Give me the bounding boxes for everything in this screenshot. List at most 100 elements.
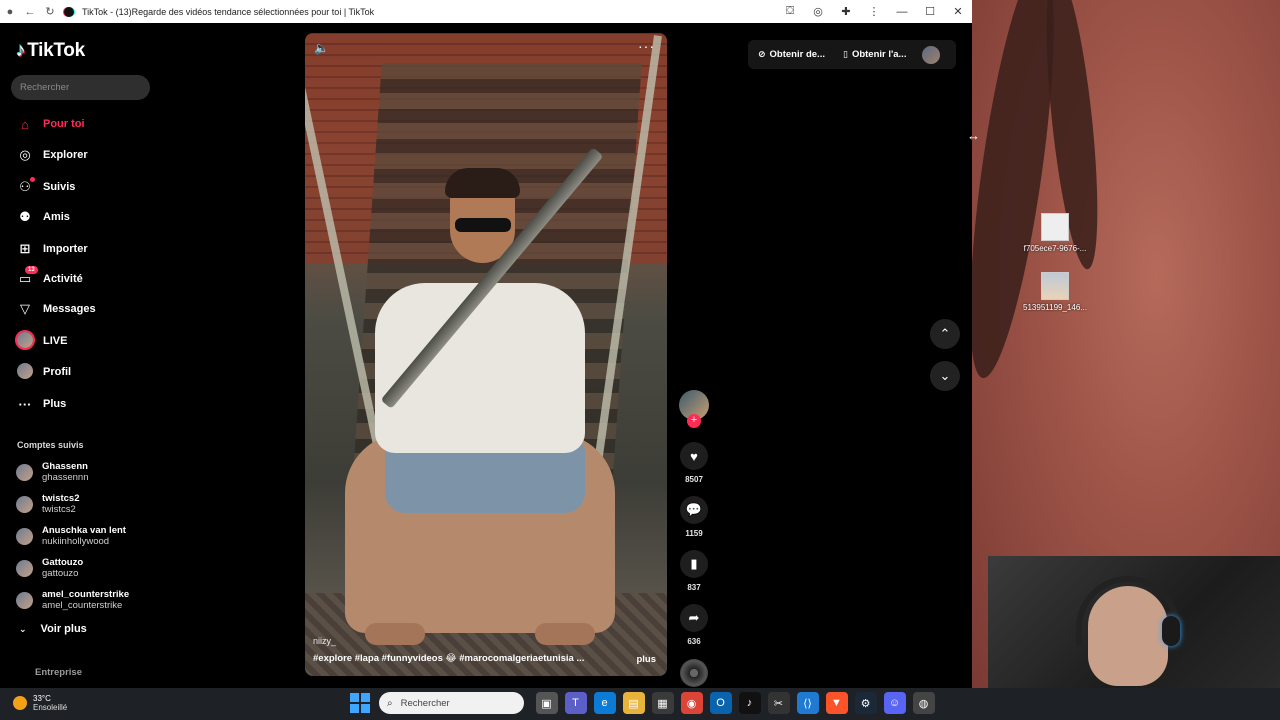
title-bar: ● ← ↻ TikTok - (13)Regarde des vidéos te… [0, 0, 972, 23]
save-button[interactable]: ▮ 837 [678, 550, 710, 592]
messages-icon: ▽ [20, 301, 30, 316]
weather-widget[interactable]: 33°C Ensoleillé [13, 694, 67, 712]
get-app-button[interactable]: ▯ Obtenir l'a... [833, 40, 914, 69]
store-icon[interactable]: ▦ [651, 692, 674, 714]
follow-plus-icon[interactable]: + [687, 414, 701, 428]
account-username: ghassennn [42, 472, 89, 483]
obs-icon[interactable]: ◍ [912, 692, 935, 714]
get-coins-label: Obtenir de... [769, 49, 825, 60]
nav-upload[interactable]: ⊞ Importer [16, 239, 88, 259]
activity-icon: ▭ 13 [16, 266, 38, 287]
comment-count: 1159 [685, 529, 703, 538]
minimize-button[interactable]: — [888, 6, 916, 18]
nav-for-you[interactable]: ⌂ Pour toi [16, 114, 85, 134]
account-name: twistcs2 [42, 493, 80, 504]
back-icon[interactable]: ← [20, 6, 40, 18]
share-button[interactable]: ➦ 636 [678, 604, 710, 646]
task-view-icon[interactable]: ▣ [535, 692, 558, 714]
comment-button[interactable]: 💬 1159 [678, 496, 710, 538]
nav-more[interactable]: ··· Plus [16, 394, 67, 414]
extensions-icon[interactable]: ✚ [832, 5, 860, 18]
windows-start-icon[interactable] [350, 693, 370, 713]
next-video-button[interactable]: ⌄ [930, 361, 960, 391]
nav-live-label: LIVE [43, 335, 68, 347]
followed-account[interactable]: amel_counterstrike amel_counterstrike [16, 589, 129, 611]
get-coins-button[interactable]: ⊘ Obtenir de... [748, 40, 833, 69]
tiktok-logo[interactable]: ♪ TikTok [16, 40, 85, 62]
like-button[interactable]: ♥ 8507 [678, 442, 710, 484]
video-more-icon[interactable]: ··· [638, 38, 655, 54]
translate-icon[interactable]: ⛋ [776, 5, 804, 18]
account-name: Ghassenn [42, 461, 88, 472]
nav-profile[interactable]: Profil [16, 362, 71, 382]
window-title: TikTok - (13)Regarde des vidéos tendance… [82, 6, 375, 17]
video-author[interactable]: niizy_ [313, 636, 336, 646]
nav-messages[interactable]: ▽ Messages [16, 299, 96, 319]
brave-icon[interactable]: ▼ [825, 692, 848, 714]
reload-icon[interactable]: ↻ [40, 5, 60, 18]
creator-avatar[interactable]: + [679, 390, 709, 428]
nav-following[interactable]: ⚇ Suivis [16, 177, 75, 197]
capcut-icon[interactable]: ✂ [767, 692, 790, 714]
nav-live[interactable]: LIVE [16, 331, 67, 351]
desktop-file-icon[interactable]: f705ece7-9676-... [1020, 213, 1090, 253]
followed-account[interactable]: Gattouzo gattouzo [16, 557, 83, 579]
nav-friends[interactable]: ⚉ Amis [16, 207, 70, 227]
more-icon: ··· [18, 396, 32, 412]
taskbar-search[interactable]: ⌕ Rechercher [379, 692, 524, 714]
home-icon: ⌂ [21, 116, 29, 132]
see-more-label: Voir plus [40, 623, 87, 635]
video-player[interactable]: 🔈 ··· niizy_ #explore #lapa #funnyvideos… [305, 33, 667, 676]
outlook-icon[interactable]: O [709, 692, 732, 714]
sidebar: ♪TikTok ⌂ Pour toi ◎ Explorer ⚇ Suivis ⚉… [0, 23, 160, 688]
close-button[interactable]: ✕ [944, 5, 972, 18]
account-username: twistcs2 [42, 504, 76, 515]
previous-video-button[interactable]: ⌃ [930, 319, 960, 349]
eye-off-icon[interactable]: ◎ [804, 5, 832, 18]
menu-dots-icon[interactable]: ⋮ [860, 5, 888, 18]
phone-icon: ▯ [842, 49, 848, 59]
steam-icon[interactable]: ⚙ [854, 692, 877, 714]
nav-activity-label: Activité [43, 273, 83, 285]
search-box[interactable] [11, 75, 150, 100]
followed-account[interactable]: twistcs2 twistcs2 [16, 493, 80, 515]
avatar [16, 463, 33, 481]
maximize-button[interactable]: ☐ [916, 5, 944, 18]
webcam-overlay [988, 556, 1280, 688]
account-name: Gattouzo [42, 557, 84, 568]
volume-icon[interactable]: 🔈 [314, 41, 329, 55]
see-more-button[interactable]: ⌄ Voir plus [19, 623, 87, 635]
teams-icon[interactable]: T [564, 692, 587, 714]
nav-explore[interactable]: ◎ Explorer [16, 145, 87, 165]
followed-account[interactable]: Ghassenn ghassennn [16, 461, 88, 483]
save-count: 837 [687, 583, 701, 592]
nav-activity[interactable]: ▭ 13 Activité [16, 266, 83, 289]
tiktok-note-icon: ♪ [16, 40, 26, 61]
sun-icon [13, 696, 27, 710]
followed-account[interactable]: Anuschka van lent nukiinhollywood [16, 525, 126, 547]
vscode-icon[interactable]: ⟨⟩ [796, 692, 819, 714]
edge-icon[interactable]: e [593, 692, 616, 714]
brand-name: TikTok [27, 40, 85, 61]
footer-link[interactable]: Entreprise [35, 667, 82, 678]
search-input[interactable] [20, 82, 120, 93]
video-hashtags[interactable]: #explore #lapa #funnyvideos 😂 #marocomal… [313, 653, 613, 664]
top-right-actions: ⊘ Obtenir de... ▯ Obtenir l'a... [748, 40, 956, 69]
music-disc-icon[interactable] [680, 659, 708, 687]
followed-accounts-title: Comptes suivis [17, 440, 84, 450]
desktop-image-icon[interactable]: 513951199_146... [1020, 272, 1090, 312]
file-explorer-icon[interactable]: ▤ [622, 692, 645, 714]
discord-icon[interactable]: ☺ [883, 692, 906, 714]
profile-avatar-icon [16, 362, 34, 382]
chrome-icon[interactable]: ◉ [680, 692, 703, 714]
avatar [16, 559, 33, 577]
tiktok-icon[interactable]: ♪ [738, 692, 761, 714]
following-icon: ⚇ [16, 177, 35, 195]
compass-icon: ◎ [19, 147, 31, 162]
like-count: 8507 [685, 475, 703, 484]
nav-for-you-label: Pour toi [43, 118, 85, 130]
user-avatar[interactable] [922, 45, 941, 64]
caption-more-link[interactable]: plus [636, 654, 656, 665]
share-icon: ➦ [680, 604, 708, 632]
account-username: gattouzo [42, 568, 79, 579]
